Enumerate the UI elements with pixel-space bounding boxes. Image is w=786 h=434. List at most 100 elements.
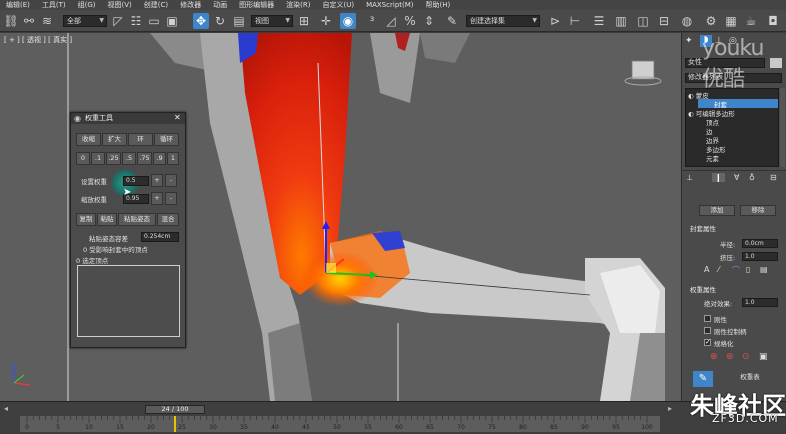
- link-icon[interactable]: ⛓: [3, 13, 19, 29]
- preset-025-button[interactable]: .25: [106, 152, 121, 165]
- include-verts-icon[interactable]: ⊛: [726, 352, 734, 362]
- select-manipulate-icon[interactable]: ✛: [318, 13, 334, 29]
- render-setup-icon[interactable]: ⚙: [703, 13, 719, 29]
- menu-view[interactable]: 视图(V): [102, 0, 138, 10]
- ring-button[interactable]: 环: [128, 133, 153, 146]
- render-iterative-icon[interactable]: ◘: [765, 13, 781, 29]
- snaps-toggle-icon[interactable]: ³: [364, 13, 380, 29]
- prev-frame-icon[interactable]: ◂: [4, 404, 8, 413]
- radius-input[interactable]: 0.0cm: [742, 239, 778, 248]
- unlink-icon[interactable]: ⚯: [21, 13, 37, 29]
- paste-button[interactable]: 粘贴: [97, 213, 117, 226]
- preset-075-button[interactable]: .75: [137, 152, 152, 165]
- exclude-verts-icon[interactable]: ⊗: [710, 352, 718, 362]
- envelope-visible-icon[interactable]: ⁄: [718, 265, 719, 274]
- light-bulb-icon[interactable]: ◐: [688, 92, 694, 100]
- rendered-frame-icon[interactable]: ▦: [723, 13, 739, 29]
- copy-envelope-icon[interactable]: ▯: [746, 265, 750, 274]
- rigid-handles-checkbox[interactable]: [704, 327, 711, 334]
- scale-minus-button[interactable]: -: [165, 192, 177, 205]
- paste-tolerance-input[interactable]: 0.254cm: [141, 232, 179, 242]
- loop-button[interactable]: 循环: [154, 133, 179, 146]
- scale-plus-button[interactable]: +: [151, 192, 163, 205]
- remove-bone-button[interactable]: 移除: [740, 205, 776, 216]
- next-frame-icon[interactable]: ▸: [668, 404, 672, 413]
- weight-list-box[interactable]: [77, 265, 180, 337]
- move-icon[interactable]: ✥: [193, 13, 209, 29]
- menu-group[interactable]: 组(G): [72, 0, 102, 10]
- add-bone-button[interactable]: 添加: [699, 205, 735, 216]
- named-selection-set-select[interactable]: 创建选择集: [466, 15, 540, 27]
- menu-tools[interactable]: 工具(T): [36, 0, 72, 10]
- remove-modifier-icon[interactable]: ♁: [749, 173, 755, 182]
- create-tab-icon[interactable]: ✦: [685, 36, 693, 46]
- stack-item-element[interactable]: 元素: [706, 153, 719, 163]
- layer-manager-icon[interactable]: ☰: [591, 13, 607, 29]
- grow-button[interactable]: 扩大: [102, 133, 127, 146]
- graphite-ribbon-icon[interactable]: ▥: [613, 13, 629, 29]
- render-production-icon[interactable]: ☕: [743, 13, 759, 29]
- weight-table-button[interactable]: 权重表: [720, 373, 780, 384]
- absolute-relative-icon[interactable]: A: [704, 265, 709, 274]
- weight-plus-button[interactable]: +: [151, 174, 163, 187]
- squash-input[interactable]: 1.0: [742, 252, 778, 261]
- edit-named-selection-icon[interactable]: ✎: [444, 13, 460, 29]
- blend-button[interactable]: 混合: [157, 213, 179, 226]
- weight-tool-icon[interactable]: ✎: [693, 371, 713, 387]
- align-icon[interactable]: ⊢: [567, 13, 583, 29]
- schematic-view-icon[interactable]: ⊟: [656, 13, 672, 29]
- menu-graph-editors[interactable]: 图形编辑器: [233, 0, 280, 10]
- time-slider[interactable]: 24 / 100: [145, 405, 205, 414]
- pin-stack-icon[interactable]: ⟂: [687, 173, 692, 183]
- menu-edit[interactable]: 编辑(E): [0, 0, 36, 10]
- preset-1-button[interactable]: 1: [167, 152, 179, 165]
- set-weight-label[interactable]: 设置权重: [81, 176, 107, 186]
- stack-scrollbar[interactable]: [780, 88, 785, 167]
- preset-09-button[interactable]: .9: [153, 152, 166, 165]
- spinner-snap-icon[interactable]: ⇕: [421, 13, 437, 29]
- window-crossing-icon[interactable]: ▣: [164, 13, 180, 29]
- copy-button[interactable]: 复制: [76, 213, 96, 226]
- envelope-properties-rollout[interactable]: 封套属性: [684, 225, 785, 234]
- weight-properties-rollout[interactable]: 权重属性: [684, 286, 785, 295]
- select-excluded-icon[interactable]: ⊙: [742, 352, 750, 362]
- pivot-center-icon[interactable]: ⊞: [296, 13, 312, 29]
- rect-selection-icon[interactable]: ▭: [146, 13, 162, 29]
- bind-spacewarp-icon[interactable]: ≋: [39, 13, 55, 29]
- normalize-checkbox[interactable]: ✓: [704, 339, 711, 346]
- material-editor-icon[interactable]: ◍: [679, 13, 695, 29]
- paste-pose-button[interactable]: 粘贴姿态: [118, 213, 156, 226]
- menu-rendering[interactable]: 渲染(R): [280, 0, 316, 10]
- menu-customize[interactable]: 自定义(U): [316, 0, 360, 10]
- rotate-icon[interactable]: ↻: [212, 13, 228, 29]
- bake-weights-icon[interactable]: ▣: [759, 352, 768, 362]
- reference-coord-select[interactable]: 视图: [251, 15, 293, 27]
- selection-filter-select[interactable]: 全部: [63, 15, 107, 27]
- menu-animation[interactable]: 动画: [207, 0, 233, 10]
- scale-icon[interactable]: ▤: [231, 13, 247, 29]
- paste-envelope-icon[interactable]: ▤: [760, 265, 768, 274]
- menu-create[interactable]: 创建(C): [138, 0, 174, 10]
- show-end-result-icon[interactable]: ❙: [712, 173, 725, 182]
- configure-sets-icon[interactable]: ⊟: [770, 173, 777, 182]
- keyboard-shortcut-toggle-icon[interactable]: ◉: [340, 13, 356, 29]
- menu-help[interactable]: 帮助(H): [420, 0, 457, 10]
- shrink-button[interactable]: 收缩: [76, 133, 101, 146]
- select-object-icon[interactable]: ◸: [110, 13, 126, 29]
- menu-maxscript[interactable]: MAXScript(M): [360, 1, 419, 9]
- falloff-icon[interactable]: ⌒: [732, 265, 740, 276]
- absolute-effect-input[interactable]: 1.0: [742, 298, 778, 307]
- mirror-icon[interactable]: ⊳: [547, 13, 563, 29]
- set-weight-input[interactable]: 0.5: [123, 176, 149, 186]
- close-icon[interactable]: ✕: [174, 113, 181, 122]
- percent-snap-icon[interactable]: %: [402, 13, 418, 29]
- light-bulb-icon[interactable]: ◐: [688, 110, 694, 118]
- preset-05-button[interactable]: .5: [122, 152, 136, 165]
- menu-modifiers[interactable]: 修改器: [174, 0, 207, 10]
- make-unique-icon[interactable]: ∀: [734, 173, 739, 182]
- scale-weight-label[interactable]: 缩放权重: [81, 194, 107, 204]
- weight-minus-button[interactable]: -: [165, 174, 177, 187]
- viewport-label[interactable]: [ + ] [ 透视 ] [ 真实 ]: [4, 35, 72, 45]
- preset-0-button[interactable]: 0: [76, 152, 90, 165]
- preset-01-button[interactable]: .1: [91, 152, 105, 165]
